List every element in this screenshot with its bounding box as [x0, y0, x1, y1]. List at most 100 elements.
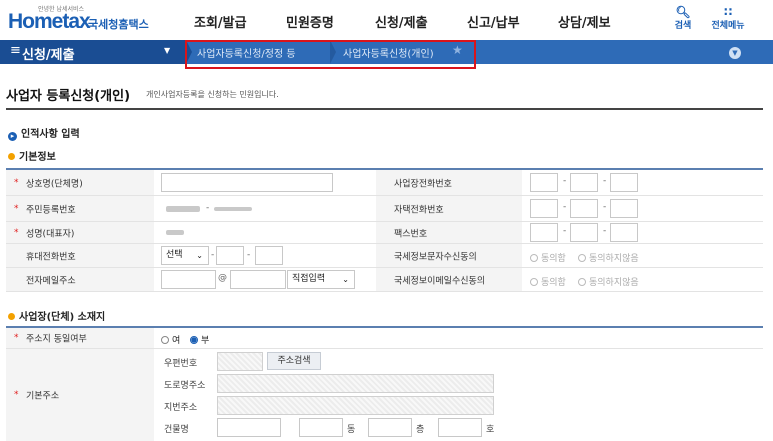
email-domain-input[interactable] [230, 270, 286, 289]
hometax-logo[interactable]: 안녕한 납세서비스 Hometax 국세청홈택스 [8, 4, 149, 36]
lot-address-input [217, 396, 494, 415]
field-label: * 주소지 동일여부 [6, 328, 154, 348]
required-mark: * [14, 333, 19, 343]
ho-unit: 호 [486, 425, 495, 435]
form-row: * 상호명(단체명) 사업장전화번호 - - [6, 170, 763, 196]
search-icon: 🔍︎ [675, 5, 691, 19]
address-search-button[interactable]: 주소검색 [267, 352, 321, 370]
radio-circle-icon [530, 278, 538, 286]
page-description: 개인사업자등록을 신청하는 민원입니다. [146, 90, 279, 99]
mobile-3-input[interactable] [255, 246, 283, 265]
field-label: * 성명(대표자) [6, 222, 154, 243]
dash: - [563, 226, 567, 236]
road-address-label: 도로명주소 [164, 381, 206, 391]
required-mark: * [14, 203, 19, 214]
nav-category-label: 신청/제출 [22, 48, 75, 63]
biz-phone-1-input[interactable] [530, 173, 558, 192]
email-domain-select[interactable]: 직접입력 ⌄ [287, 270, 355, 289]
gnb-item-inquiry[interactable]: 조회/발급 [194, 12, 247, 31]
section-heading-personal: ▸ 인적사항 입력 [8, 125, 80, 141]
field-label: 국세정보문자수신동의 [376, 244, 522, 267]
chevron-down-icon[interactable]: ▼ [729, 47, 741, 59]
form-row: 전자메일주소 @ 직접입력 ⌄ 국세정보이메일수신동의 동의함 동의하지않음 [6, 268, 763, 292]
biz-phone-2-input[interactable] [570, 173, 598, 192]
dash: - [206, 203, 210, 213]
form-row: * 주민등록번호 - 자택전화번호 - - [6, 196, 763, 222]
gnb-item-consult[interactable]: 상담/제보 [558, 12, 611, 31]
field-label: * 상호명(단체명) [6, 170, 154, 195]
lot-address-label: 지번주소 [164, 403, 198, 413]
form-row: * 주소지 동일여부 여 부 [6, 328, 763, 349]
home-phone-2-input[interactable] [570, 199, 598, 218]
dash: - [603, 202, 607, 212]
gnb-item-certificate[interactable]: 민원증명 [286, 12, 334, 31]
sms-consent-no-radio[interactable]: 동의하지않음 [578, 251, 639, 264]
arrow-circle-icon: ▸ [8, 132, 17, 141]
trade-name-input[interactable] [161, 173, 333, 192]
subsection-basic-info: 기본정보 [8, 148, 56, 163]
road-address-input [217, 374, 494, 393]
email-id-input[interactable] [161, 270, 216, 289]
search-label: 검색 [674, 21, 692, 31]
dash: - [603, 176, 607, 186]
fax-1-input[interactable] [530, 223, 558, 242]
biz-phone-3-input[interactable] [610, 173, 638, 192]
field-label: 휴대전화번호 [6, 244, 154, 267]
dash: - [563, 202, 567, 212]
fax-2-input[interactable] [570, 223, 598, 242]
required-mark: * [14, 390, 19, 400]
same-address-yes-radio[interactable]: 여 [161, 333, 180, 346]
field-label: 사업장전화번호 [376, 170, 522, 195]
search-button[interactable]: 🔍︎ 검색 [663, 6, 703, 31]
hamburger-icon: ≡ [10, 43, 21, 58]
masked-rrn-back [214, 207, 252, 211]
email-consent-no-radio[interactable]: 동의하지않음 [578, 275, 639, 288]
chevron-down-icon: ⌄ [196, 251, 203, 260]
masked-name [166, 230, 184, 235]
dong-unit: 동 [347, 425, 356, 435]
radio-circle-icon [161, 336, 169, 344]
all-menu-label: 전체메뉴 [711, 21, 745, 31]
building-name-input[interactable] [217, 418, 281, 437]
building-label: 건물명 [164, 425, 189, 435]
bullet-icon [8, 153, 15, 160]
building-dong-input[interactable] [299, 418, 343, 437]
field-label: 자택전화번호 [376, 196, 522, 221]
dash: - [247, 250, 251, 260]
zip-label: 우편번호 [164, 359, 198, 369]
logo-korean: 국세청홈택스 [88, 18, 149, 31]
required-mark: * [14, 227, 19, 238]
mobile-prefix-select[interactable]: 선택 ⌄ [161, 246, 209, 265]
highlight-box [185, 40, 476, 69]
masked-rrn-front [166, 206, 200, 212]
gnb-item-report[interactable]: 신고/납부 [467, 12, 520, 31]
dash: - [211, 250, 215, 260]
grid-icon: ∷ [723, 5, 733, 19]
subsection-address: 사업장(단체) 소재지 [8, 308, 105, 323]
required-mark: * [14, 177, 19, 188]
sms-consent-yes-radio[interactable]: 동의함 [530, 251, 566, 264]
building-floor-input[interactable] [368, 418, 412, 437]
gnb-item-apply[interactable]: 신청/제출 [375, 12, 428, 31]
nav-category-dropdown[interactable]: ≡ 신청/제출 ▼ [0, 40, 186, 64]
mobile-2-input[interactable] [216, 246, 244, 265]
floor-unit: 층 [416, 425, 425, 435]
logo-wordmark: Hometax [8, 10, 91, 33]
email-consent-yes-radio[interactable]: 동의함 [530, 275, 566, 288]
field-label: 전자메일주소 [6, 268, 154, 291]
field-label: * 주민등록번호 [6, 196, 154, 221]
top-header: 안녕한 납세서비스 Hometax 국세청홈택스 조회/발급 민원증명 신청/제… [0, 0, 773, 40]
building-ho-input[interactable] [438, 418, 482, 437]
radio-circle-icon [578, 254, 586, 262]
home-phone-1-input[interactable] [530, 199, 558, 218]
form-row: * 기본주소 우편번호 주소검색 도로명주소 지번주소 건물명 동 층 호 [6, 349, 763, 441]
fax-3-input[interactable] [610, 223, 638, 242]
page-title: 사업자 등록신청(개인) [6, 89, 131, 104]
home-phone-3-input[interactable] [610, 199, 638, 218]
dash: - [603, 226, 607, 236]
all-menu-button[interactable]: ∷ 전체메뉴 [705, 6, 751, 31]
same-address-no-radio[interactable]: 부 [190, 333, 209, 346]
chevron-down-icon: ⌄ [342, 275, 349, 284]
dash: - [563, 176, 567, 186]
radio-circle-icon [530, 254, 538, 262]
